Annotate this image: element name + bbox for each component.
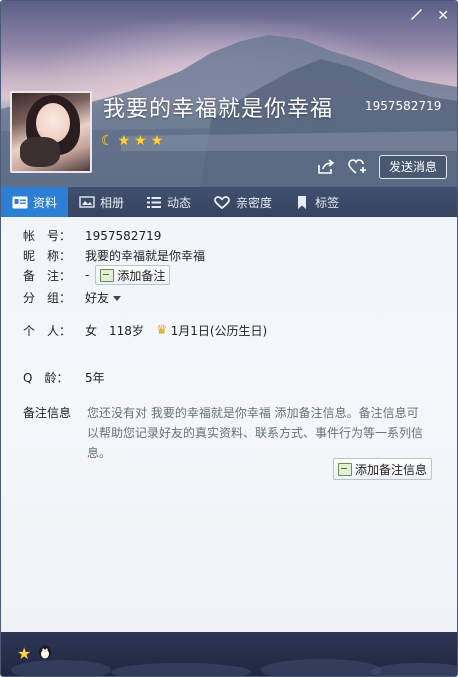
- group-label: 分 组：: [23, 291, 72, 305]
- account-label: 帐 号：: [23, 229, 72, 243]
- add-remark-label: 添加备注: [117, 268, 166, 283]
- group-row: 分 组： 好友: [23, 289, 122, 306]
- profile-header: ✕ 我要的幸福就是你幸福 1957582719 ☾ ★ ★ ★ 发送消息: [1, 1, 457, 187]
- header-actions: 发送消息: [315, 155, 447, 179]
- remark-label: 备 注：: [23, 268, 72, 283]
- header-nickname: 我要的幸福就是你幸福: [103, 97, 334, 122]
- window-controls: ✕: [409, 7, 449, 26]
- tab-label: 标签: [315, 195, 340, 210]
- profile-card-icon: [12, 196, 28, 208]
- feed-list-icon: [147, 196, 162, 208]
- birthday-value: 1月1日(公历生日): [170, 324, 268, 338]
- remark-info-row: 备注信息: [23, 404, 85, 421]
- crown-icon: ♛: [155, 323, 168, 338]
- avatar[interactable]: [10, 91, 92, 173]
- note-icon: [100, 268, 115, 282]
- tab-label: 亲密度: [236, 195, 273, 210]
- nickname-label: 昵 称：: [23, 249, 72, 263]
- personal-label: 个 人：: [23, 324, 72, 338]
- tab-profile[interactable]: 资料: [1, 187, 69, 217]
- remark-info-label: 备注信息: [23, 406, 72, 420]
- star-icon: ★: [134, 133, 147, 149]
- nickname-row: 昵 称： 我要的幸福就是你幸福: [23, 247, 205, 264]
- account-row: 帐 号： 1957582719: [23, 227, 161, 244]
- header-qq-number: 1957582719: [365, 99, 442, 113]
- nickname-value: 我要的幸福就是你幸福: [85, 249, 206, 263]
- paintbrush-icon[interactable]: [409, 7, 423, 26]
- heart-icon: [214, 195, 230, 209]
- group-select[interactable]: 好友: [85, 289, 122, 306]
- remark-info-text: 您还没有对 我要的幸福就是你幸福 添加备注信息。备注信息可以帮助您记录好友的真实…: [87, 406, 424, 460]
- footer-background: [11, 659, 457, 676]
- star-icon: ★: [117, 133, 131, 149]
- close-icon[interactable]: ✕: [437, 7, 449, 26]
- q-age-label: Q 龄：: [23, 371, 69, 385]
- qq-level[interactable]: ☾ ★ ★ ★: [101, 133, 163, 149]
- tab-album[interactable]: 相册: [68, 187, 135, 217]
- tab-tags[interactable]: 标签: [283, 187, 350, 217]
- share-icon[interactable]: [315, 156, 337, 178]
- bookmark-icon: [298, 195, 307, 209]
- tab-label: 动态: [167, 195, 192, 210]
- profile-tabs: 资料 相册 动态 亲密度 标签: [1, 187, 457, 217]
- tab-feed[interactable]: 动态: [135, 187, 202, 217]
- note-icon: [338, 462, 352, 476]
- personal-row: 个 人： 女 118岁 ♛ 1月1日(公历生日): [23, 322, 267, 339]
- moon-icon: ☾: [101, 133, 114, 149]
- profile-window: ✕ 我要的幸福就是你幸福 1957582719 ☾ ★ ★ ★ 发送消息 资料 …: [0, 0, 458, 677]
- gender-value: 女: [85, 324, 98, 338]
- remark-row: 备 注： - 添加备注: [23, 265, 171, 285]
- send-message-button[interactable]: 发送消息: [378, 155, 447, 179]
- tab-label: 资料: [33, 195, 58, 210]
- add-heart-icon[interactable]: [347, 156, 369, 178]
- qq-penguin-icon[interactable]: [37, 644, 53, 663]
- tab-intimacy[interactable]: 亲密度: [202, 187, 283, 217]
- profile-details: 帐 号： 1957582719 昵 称： 我要的幸福就是你幸福 备 注： - 添…: [1, 217, 457, 633]
- age-value: 118岁: [109, 324, 144, 338]
- chevron-down-icon: [113, 296, 122, 301]
- remark-value: -: [85, 268, 90, 282]
- account-value: 1957582719: [85, 228, 162, 243]
- group-value: 好友: [85, 291, 110, 305]
- add-remark-button[interactable]: 添加备注: [95, 265, 171, 285]
- add-remark-info-label: 添加备注信息: [355, 462, 428, 477]
- star-icon: ★: [150, 133, 164, 149]
- footer-icons: ★: [17, 644, 53, 663]
- tab-label: 相册: [100, 195, 125, 210]
- q-age-row: Q 龄： 5年: [23, 369, 105, 386]
- album-icon: [79, 195, 95, 208]
- star-icon[interactable]: ★: [17, 644, 31, 663]
- footer-bar: ★: [1, 632, 457, 676]
- q-age-value: 5年: [85, 371, 105, 385]
- add-remark-info-button[interactable]: 添加备注信息: [333, 458, 433, 480]
